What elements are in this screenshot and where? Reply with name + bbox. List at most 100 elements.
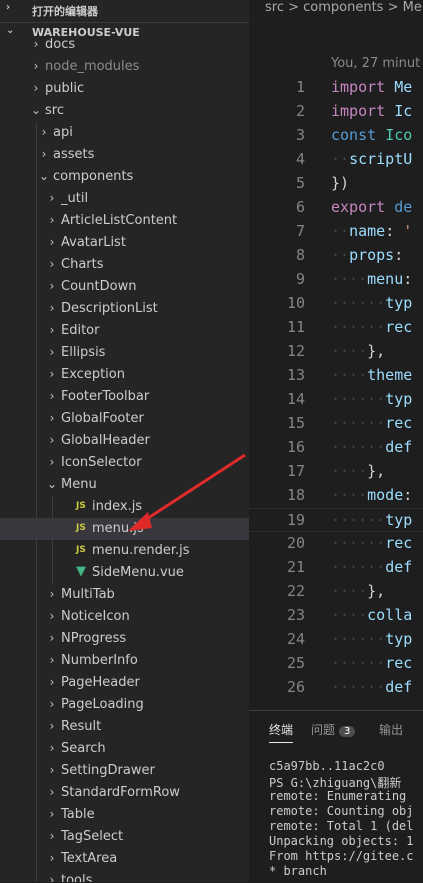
code-token: typ <box>385 511 413 529</box>
folder-item[interactable]: › MultiTab <box>0 584 249 606</box>
code-line[interactable]: 24 ······typ <box>249 628 423 652</box>
code-line[interactable]: 22 ····}, <box>249 580 423 604</box>
folder-item[interactable]: › TextArea <box>0 848 249 870</box>
folder-item[interactable]: › PageLoading <box>0 694 249 716</box>
code-line[interactable]: 8 ··props: <box>249 244 423 268</box>
folder-item[interactable]: › tools <box>0 870 249 882</box>
file-item[interactable]: JS menu.js <box>0 518 249 540</box>
code-line[interactable]: 21 ······def <box>249 556 423 580</box>
folder-item[interactable]: › StandardFormRow <box>0 782 249 804</box>
tab-output[interactable]: 输出 <box>379 721 403 738</box>
code-line[interactable]: 10 ······typ <box>249 292 423 316</box>
folder-item[interactable]: ⌄ components <box>0 166 249 188</box>
chevron-right-icon: › <box>41 147 47 161</box>
tab-problems[interactable]: 问题 3 <box>311 721 356 738</box>
code-line[interactable]: 19 ······typ <box>249 508 423 532</box>
folder-item[interactable]: › NProgress <box>0 628 249 650</box>
chevron-right-icon: › <box>49 433 55 447</box>
folder-item[interactable]: › CountDown <box>0 276 249 298</box>
line-number: 15 <box>286 414 305 432</box>
folder-item[interactable]: › Editor <box>0 320 249 342</box>
code-line[interactable]: 18 ····mode: <box>249 484 423 508</box>
chevron-right-icon: › <box>49 257 55 271</box>
folder-item[interactable]: › Result <box>0 716 249 738</box>
code-token: def <box>385 438 413 456</box>
tree-item-label: node_modules <box>45 59 140 74</box>
code-token: : <box>403 486 413 504</box>
folder-item[interactable]: › NumberInfo <box>0 650 249 672</box>
code-line[interactable]: 9 ····menu: <box>249 268 423 292</box>
code-line[interactable]: 16 ······def <box>249 436 423 460</box>
code-line[interactable]: 11 ······rec <box>249 316 423 340</box>
folder-item[interactable]: › TagSelect <box>0 826 249 848</box>
tree-item-label: Result <box>61 719 102 734</box>
code-text: ····}, <box>331 462 385 480</box>
breadcrumb[interactable]: src > components > Menu <box>265 0 423 15</box>
code-token: ······ <box>331 414 386 432</box>
line-number: 5 <box>295 174 305 192</box>
code-text: ······rec <box>331 654 412 672</box>
chevron-right-icon: › <box>49 631 55 645</box>
file-item[interactable]: JS index.js <box>0 496 249 518</box>
code-line[interactable]: 12 ····}, <box>249 340 423 364</box>
code-line[interactable]: 2 import Ic <box>249 100 423 124</box>
chevron-right-icon: › <box>49 807 55 821</box>
code-token: scriptU <box>349 150 413 168</box>
folder-item[interactable]: ⌄ Menu <box>0 474 249 496</box>
folder-item[interactable]: ⌄ src <box>0 100 249 122</box>
code-token: import <box>331 78 395 96</box>
open-editors-header[interactable]: › 打开的编辑器 <box>0 0 249 20</box>
code-line[interactable]: 1 import Me <box>249 76 423 100</box>
folder-item[interactable]: › GlobalFooter <box>0 408 249 430</box>
terminal-line: remote: Enumerating <box>269 789 407 803</box>
folder-item[interactable]: › PageHeader <box>0 672 249 694</box>
folder-item[interactable]: › public <box>0 78 249 100</box>
code-line[interactable]: 3 const Ico <box>249 124 423 148</box>
tab-terminal[interactable]: 终端 <box>269 721 294 743</box>
code-editor[interactable]: src > components > Menu You, 27 minut 1 i… <box>249 0 423 710</box>
folder-item[interactable]: › _util <box>0 188 249 210</box>
code-line[interactable]: 25 ······rec <box>249 652 423 676</box>
folder-item[interactable]: › IconSelector <box>0 452 249 474</box>
code-line[interactable]: 23 ····colla <box>249 604 423 628</box>
chevron-right-icon: › <box>49 697 55 711</box>
chevron-right-icon: › <box>49 455 55 469</box>
folder-item[interactable]: › SettingDrawer <box>0 760 249 782</box>
chevron-right-icon: › <box>49 279 55 293</box>
folder-item[interactable]: › node_modules <box>0 56 249 78</box>
tree-item-label: Exception <box>61 367 125 382</box>
file-item[interactable]: ▼ SideMenu.vue <box>0 562 249 584</box>
folder-item[interactable]: › GlobalHeader <box>0 430 249 452</box>
folder-item[interactable]: › Charts <box>0 254 249 276</box>
code-line[interactable]: 6 export de <box>249 196 423 220</box>
folder-item[interactable]: › NoticeIcon <box>0 606 249 628</box>
folder-item[interactable]: › FooterToolbar <box>0 386 249 408</box>
code-line[interactable]: 4 ··scriptU <box>249 148 423 172</box>
line-number: 23 <box>286 606 305 624</box>
chevron-right-icon: › <box>49 191 55 205</box>
file-item[interactable]: JS menu.render.js <box>0 540 249 562</box>
folder-item[interactable]: › DescriptionList <box>0 298 249 320</box>
code-line[interactable]: 15 ······rec <box>249 412 423 436</box>
folder-item[interactable]: › assets <box>0 144 249 166</box>
folder-item[interactable]: › docs <box>0 34 249 56</box>
folder-item[interactable]: › Exception <box>0 364 249 386</box>
code-line[interactable]: 13 ····theme <box>249 364 423 388</box>
code-line[interactable]: 17 ····}, <box>249 460 423 484</box>
code-line[interactable]: 7 ··name: ' <box>249 220 423 244</box>
code-line[interactable]: 5}) <box>249 172 423 196</box>
code-line[interactable]: 20 ······rec <box>249 532 423 556</box>
tree-item-label: StandardFormRow <box>61 785 180 800</box>
code-text: ······typ <box>331 390 412 408</box>
tree-item-label: _util <box>61 191 89 206</box>
code-line[interactable]: 14 ······typ <box>249 388 423 412</box>
folder-item[interactable]: › Table <box>0 804 249 826</box>
code-line[interactable]: 26 ······def <box>249 676 423 700</box>
folder-item[interactable]: › AvatarList <box>0 232 249 254</box>
folder-item[interactable]: › Ellipsis <box>0 342 249 364</box>
tree-item-label: public <box>45 81 85 96</box>
code-text: ······rec <box>331 318 412 336</box>
folder-item[interactable]: › Search <box>0 738 249 760</box>
folder-item[interactable]: › ArticleListContent <box>0 210 249 232</box>
folder-item[interactable]: › api <box>0 122 249 144</box>
